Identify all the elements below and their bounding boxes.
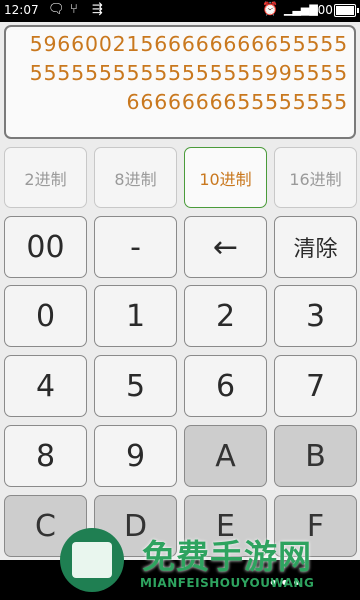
- status-time: 12:07: [4, 3, 39, 17]
- battery-percent: 100: [310, 3, 333, 17]
- tab-binary[interactable]: 2进制: [4, 147, 87, 208]
- backspace-key[interactable]: ←: [184, 216, 267, 278]
- battery-icon: [334, 4, 359, 17]
- tab-hexadecimal[interactable]: 16进制: [274, 147, 357, 208]
- key-8[interactable]: 8: [4, 425, 87, 487]
- watermark-logo-icon: [60, 528, 124, 592]
- message-icon: 🗨: [48, 2, 65, 17]
- calculator-display: 5966002156666666665555555555555555555555…: [4, 25, 356, 139]
- status-bar: 12:07 🗨 ⑂ ⇶ ⏰ ▁▃▅▇ 100: [0, 0, 360, 22]
- tab-octal[interactable]: 8进制: [94, 147, 177, 208]
- key-3[interactable]: 3: [274, 285, 357, 347]
- key-5[interactable]: 5: [94, 355, 177, 417]
- key-a[interactable]: A: [184, 425, 267, 487]
- key-6[interactable]: 6: [184, 355, 267, 417]
- key-minus[interactable]: -: [94, 216, 177, 278]
- key-b[interactable]: B: [274, 425, 357, 487]
- key-9[interactable]: 9: [94, 425, 177, 487]
- usb-connect-icon: ⑂: [70, 2, 78, 17]
- tab-decimal[interactable]: 10进制: [184, 147, 267, 208]
- watermark-title: 免费手游网: [142, 537, 312, 576]
- usb-icon: ⇶: [92, 2, 103, 17]
- key-2[interactable]: 2: [184, 285, 267, 347]
- watermark: 免费手游网 MIANFEISHOUYOUWANG: [60, 522, 350, 594]
- key-1[interactable]: 1: [94, 285, 177, 347]
- key-4[interactable]: 4: [4, 355, 87, 417]
- clear-button[interactable]: 清除: [274, 216, 357, 278]
- key-7[interactable]: 7: [274, 355, 357, 417]
- watermark-subtitle: MIANFEISHOUYOUWANG: [140, 576, 315, 590]
- alarm-icon: ⏰: [262, 2, 279, 17]
- key-double-zero[interactable]: 00: [4, 216, 87, 278]
- key-0[interactable]: 0: [4, 285, 87, 347]
- display-value: 5966002156666666665555555555555555555555…: [29, 32, 348, 114]
